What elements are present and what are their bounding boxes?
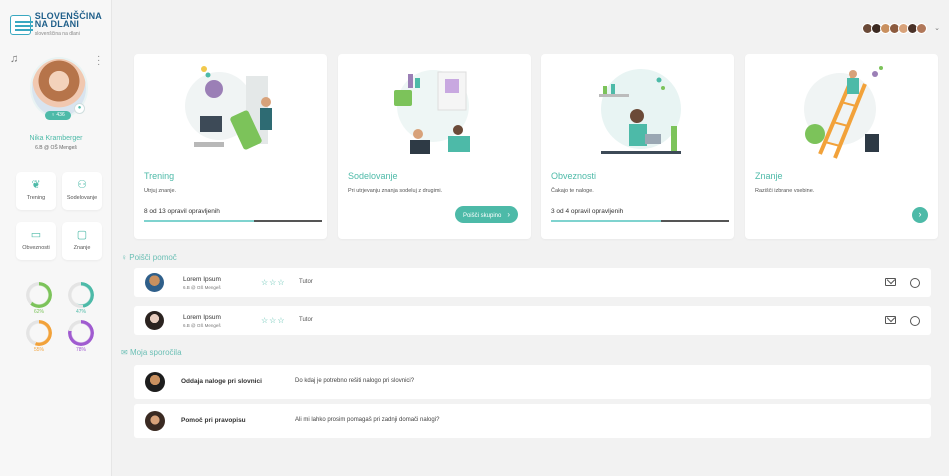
gauge-ring	[68, 282, 94, 308]
sidebar: SLOVENŠČINA NA DLANI slovenščina na dlan…	[0, 0, 112, 476]
progress-fill	[144, 220, 255, 222]
gauge-percent: 47%	[75, 309, 86, 315]
helper-role: Tutor	[299, 279, 313, 285]
top-bar: ⌄	[113, 0, 949, 46]
messages-title-text: Moja sporočila	[129, 348, 182, 357]
mail-icon[interactable]	[885, 278, 896, 286]
lightbulb-icon: ♀	[121, 253, 127, 262]
help-title-text: Poišči pomoč	[129, 253, 177, 262]
online-users[interactable]	[862, 23, 927, 34]
card-progress-text: 8 od 13 opravil opravljenih	[144, 208, 220, 215]
nav-sodelovanje-label: Sodelovanje	[66, 195, 98, 201]
mail-icon[interactable]	[885, 316, 896, 324]
messages-section-title: ✉ Moja sporočila	[121, 348, 182, 357]
nav-trening[interactable]: ❦ Trening	[16, 172, 56, 210]
message-item[interactable]: Oddaja naloge pri slovnici Do kdaj je po…	[134, 365, 931, 399]
chat-icon[interactable]	[910, 316, 920, 326]
card-description: Utrjuj znanje.	[144, 188, 177, 194]
list-item[interactable]: Lorem Ipsum 6.B @ OŠ Mengeš ☆☆☆ Tutor	[134, 268, 931, 297]
points-value: 436	[56, 112, 65, 118]
mail-icon: ✉	[121, 348, 128, 357]
gauge-percent: 55%	[33, 347, 44, 353]
progress-bar	[551, 220, 729, 222]
card-description: Pri utrjevanju znanja sodeluj z drugimi.	[348, 188, 443, 194]
chat-icon[interactable]	[910, 278, 920, 288]
people-icon: ⚇	[77, 179, 87, 191]
obveznosti-illustration	[599, 69, 681, 154]
nav-obveznosti-label: Obveznosti	[22, 245, 50, 251]
logo-tagline: slovenščina na dlani	[34, 31, 80, 37]
gauge-trening: 62%	[25, 282, 53, 315]
card-sodelovanje[interactable]: Sodelovanje Pri utrjevanju znanja sodelu…	[338, 54, 531, 239]
gauge-percent: 78%	[75, 347, 86, 353]
nav-znanje[interactable]: ▢ Znanje	[62, 222, 102, 260]
message-item[interactable]: Pomoč pri pravopisu Ali mi lahko prosim …	[134, 404, 931, 438]
card-progress-text: 3 od 4 opravil opravljenih	[551, 208, 624, 215]
card-title: Trening	[144, 171, 175, 181]
avatar	[145, 411, 165, 431]
gauge-znanje: 78%	[67, 320, 95, 353]
sodelovanje-illustration	[394, 70, 470, 154]
nav-znanje-label: Znanje	[73, 245, 91, 251]
card-trening[interactable]: Trening Utrjuj znanje. 8 od 13 opravil o…	[134, 54, 327, 239]
logo-icon	[10, 15, 33, 35]
znanje-illustration	[804, 66, 883, 159]
card-title: Obveznosti	[551, 171, 597, 181]
progress-bar	[144, 220, 322, 222]
more-options-icon[interactable]: · · ·	[97, 52, 100, 70]
helper-name: Lorem Ipsum	[183, 314, 221, 321]
helper-role: Tutor	[299, 317, 313, 323]
chevron-down-icon[interactable]: ⌄	[934, 24, 940, 32]
avatar	[916, 23, 927, 34]
helper-school: 6.B @ OŠ Mengeš	[183, 285, 221, 290]
card-znanje[interactable]: Znanje Razišči izbrane vsebine. ›	[745, 54, 938, 239]
calendar-icon: ▭	[30, 229, 42, 241]
app-logo[interactable]: SLOVENŠČINA NA DLANI slovenščina na dlan…	[10, 10, 102, 40]
gauge-ring	[26, 320, 52, 346]
nav-obveznosti[interactable]: ▭ Obveznosti	[16, 222, 56, 260]
list-item[interactable]: Lorem Ipsum 6.B @ OŠ Mengeš ☆☆☆ Tutor	[134, 306, 931, 335]
helper-name: Lorem Ipsum	[183, 276, 221, 283]
gauge-ring	[68, 320, 94, 346]
message-preview: Do kdaj je potrebno rešiti nalogo pri sl…	[295, 378, 415, 384]
leaf-icon: ❦	[31, 179, 41, 191]
help-section-title: ♀ Poišči pomoč	[121, 253, 177, 262]
card-obveznosti[interactable]: Obveznosti Čakajo te naloge. 3 od 4 opra…	[541, 54, 734, 239]
card-description: Čakajo te naloge.	[551, 188, 594, 194]
trening-illustration	[185, 66, 272, 150]
card-description: Razišči izbrane vsebine.	[755, 188, 815, 194]
gauge-percent: 62%	[33, 309, 44, 315]
nav-trening-label: Trening	[26, 195, 46, 201]
avatar	[145, 372, 165, 392]
chevron-right-icon: ›	[507, 210, 510, 219]
message-subject: Oddaja naloge pri slovnici	[181, 378, 262, 385]
camera-icon[interactable]: ●	[74, 103, 85, 114]
folder-icon: ▢	[76, 229, 88, 241]
message-preview: Ali mi lahko prosim pomagaš pri zadnji d…	[295, 417, 440, 423]
rating-stars: ☆☆☆	[261, 278, 286, 287]
card-title: Znanje	[755, 171, 783, 181]
notification-bell-icon[interactable]: ♫	[10, 53, 18, 65]
user-school: 6.B @ OŠ Mengeš	[35, 145, 77, 151]
find-group-label: Poišči skupino	[462, 213, 502, 219]
avatar	[145, 273, 164, 292]
progress-fill	[551, 220, 662, 222]
logo-line2: NA DLANI	[34, 19, 80, 29]
card-title: Sodelovanje	[348, 171, 398, 181]
gauge-sodelovanje: 47%	[67, 282, 95, 315]
helper-school: 6.B @ OŠ Mengeš	[183, 323, 221, 328]
gauge-obveznosti: 55%	[25, 320, 53, 353]
nav-sodelovanje[interactable]: ⚇ Sodelovanje	[62, 172, 102, 210]
message-subject: Pomoč pri pravopisu	[181, 417, 246, 424]
user-name[interactable]: Nika Kramberger	[0, 135, 112, 142]
avatar	[145, 311, 164, 330]
chevron-right-icon[interactable]: ›	[912, 207, 928, 223]
rating-stars: ☆☆☆	[261, 316, 286, 325]
gauge-ring	[26, 282, 52, 308]
points-badge: ♀ 436	[45, 111, 71, 120]
find-group-button[interactable]: Poišči skupino ›	[454, 206, 518, 223]
